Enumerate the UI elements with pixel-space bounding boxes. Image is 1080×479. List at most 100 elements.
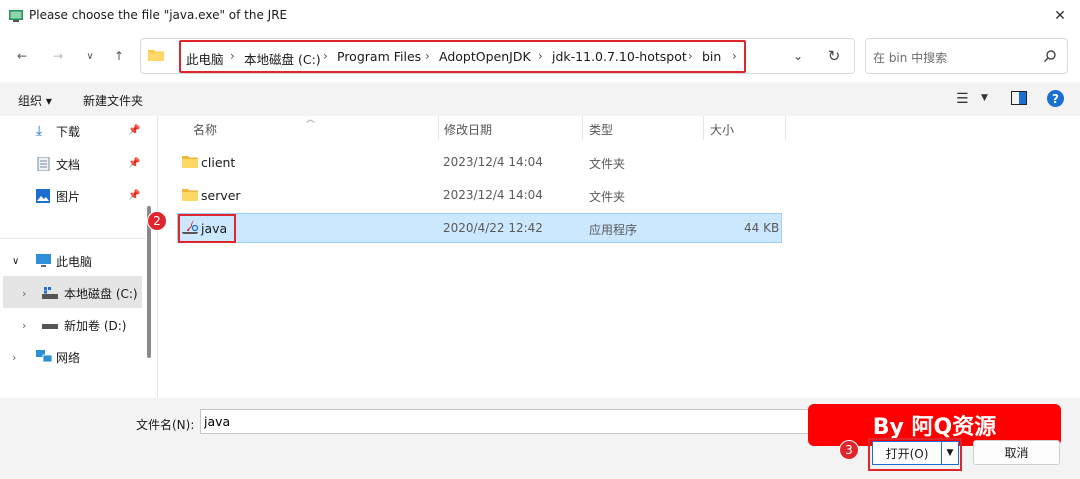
file-name: server — [201, 188, 241, 203]
chevron-down-icon: ∨ — [86, 50, 94, 62]
computer-icon — [36, 254, 51, 267]
picture-icon — [36, 189, 50, 203]
sidebar-item-drive-c[interactable]: › 本地磁盘 (C:) — [22, 277, 138, 309]
column-header-type[interactable]: 类型 — [589, 121, 613, 138]
breadcrumb-separator[interactable]: › — [230, 49, 235, 63]
sort-ascending-icon: ︿ — [306, 115, 316, 125]
chevron-down-icon: ▼ — [946, 448, 954, 458]
file-date: 2023/12/4 14:04 — [443, 155, 543, 169]
help-button[interactable]: ? — [1047, 90, 1064, 107]
pin-icon: 📌 — [128, 158, 141, 169]
refresh-icon: ↻ — [827, 47, 841, 65]
refresh-button[interactable]: ↻ — [824, 46, 844, 66]
sidebar-item-pictures[interactable]: 图片 — [36, 180, 80, 212]
open-dropdown-button[interactable]: ▼ — [942, 441, 959, 465]
file-type: 应用程序 — [589, 223, 638, 237]
view-menu-icon[interactable]: ☰ — [956, 91, 969, 107]
chevron-right-icon: › — [22, 286, 27, 300]
chevron-right-icon: › — [22, 318, 27, 332]
sidebar-item-label: 下载 — [56, 124, 81, 139]
breadcrumb-item[interactable]: bin — [702, 49, 721, 64]
address-dropdown-button[interactable]: ⌄ — [788, 46, 808, 66]
document-icon — [37, 157, 50, 171]
chevron-right-icon: › — [12, 350, 17, 364]
column-divider[interactable] — [703, 116, 704, 140]
folder-icon — [182, 156, 198, 168]
column-header-size[interactable]: 大小 — [710, 121, 734, 138]
arrow-left-icon: ← — [16, 49, 28, 63]
folder-icon — [182, 189, 198, 201]
file-name: client — [201, 155, 236, 170]
breadcrumb-item[interactable]: 此电脑 — [186, 49, 224, 68]
chevron-down-icon: ∨ — [12, 255, 20, 267]
file-type: 文件夹 — [589, 157, 626, 171]
column-divider[interactable] — [582, 116, 583, 140]
sidebar-item-network[interactable]: › 网络 — [12, 341, 80, 373]
open-button[interactable]: 打开(O) — [872, 441, 942, 465]
breadcrumb-separator[interactable]: › — [323, 49, 328, 63]
breadcrumb-item[interactable]: jdk-11.0.7.10-hotspot — [552, 49, 687, 64]
breadcrumb-separator[interactable]: › — [538, 49, 543, 63]
file-row-java[interactable]: java 2020/4/22 12:42 应用程序 44 KB — [177, 213, 782, 243]
download-icon: ⤓ — [36, 123, 43, 139]
sidebar-item-label: 图片 — [56, 189, 81, 204]
recent-dropdown-button[interactable]: ∨ — [78, 44, 102, 68]
file-size: 44 KB — [744, 221, 780, 235]
back-button[interactable]: ← — [10, 44, 34, 68]
file-date: 2020/4/22 12:42 — [443, 221, 543, 235]
breadcrumb-item[interactable]: AdoptOpenJDK — [439, 49, 531, 64]
breadcrumb-separator[interactable]: › — [688, 49, 693, 63]
arrow-up-icon: ↑ — [113, 49, 125, 63]
window-title: Please choose the file "java.exe" of the… — [29, 8, 288, 22]
new-folder-button[interactable]: 新建文件夹 — [83, 92, 143, 109]
file-row-server[interactable]: server 2023/12/4 14:04 文件夹 — [177, 180, 782, 210]
sidebar-item-documents[interactable]: 文档 — [36, 148, 80, 180]
arrow-right-icon: → — [52, 49, 64, 63]
close-icon: ✕ — [1054, 8, 1066, 24]
pin-icon: 📌 — [128, 125, 141, 136]
close-button[interactable]: ✕ — [1046, 4, 1074, 28]
column-header-name[interactable]: 名称 — [193, 121, 217, 138]
sidebar-item-this-pc[interactable]: ∨ 此电脑 — [12, 245, 92, 277]
cancel-button[interactable]: 取消 — [973, 440, 1060, 465]
file-date: 2023/12/4 14:04 — [443, 188, 543, 202]
file-type: 文件夹 — [589, 190, 626, 204]
preview-pane-fill — [1019, 92, 1026, 104]
drive-icon — [42, 324, 58, 329]
sidebar-item-label: 新加卷 (D:) — [64, 318, 127, 333]
column-divider[interactable] — [785, 116, 786, 140]
sidebar-item-label: 本地磁盘 (C:) — [64, 286, 138, 301]
step-badge-2: 2 — [147, 211, 167, 231]
chevron-down-icon: ⌄ — [792, 49, 804, 63]
network-icon — [36, 350, 53, 363]
pane-divider — [157, 116, 158, 398]
column-header-date[interactable]: 修改日期 — [444, 121, 492, 138]
file-row-client[interactable]: client 2023/12/4 14:04 文件夹 — [177, 147, 782, 177]
breadcrumb-separator[interactable]: › — [732, 49, 737, 63]
filename-input[interactable] — [200, 409, 860, 434]
sidebar-item-label: 网络 — [56, 350, 81, 365]
breadcrumb-separator[interactable]: › — [425, 49, 430, 63]
command-bar — [0, 82, 1080, 116]
search-input[interactable]: 在 bin 中搜索 — [873, 49, 947, 66]
sidebar-item-drive-d[interactable]: › 新加卷 (D:) — [22, 309, 126, 341]
organize-menu[interactable]: 组织 ▾ — [18, 92, 52, 109]
view-dropdown-icon[interactable]: ▼ — [981, 93, 988, 103]
sidebar-item-downloads[interactable]: ⤓ 下载 — [36, 115, 80, 147]
help-icon: ? — [1052, 91, 1059, 106]
filename-label: 文件名(N): — [136, 418, 195, 432]
sidebar-divider — [0, 238, 146, 239]
drive-icon — [42, 287, 58, 299]
sidebar-item-label: 文档 — [56, 157, 81, 172]
breadcrumb-item[interactable]: 本地磁盘 (C:) — [244, 49, 321, 68]
forward-button[interactable]: → — [46, 44, 70, 68]
up-button[interactable]: ↑ — [107, 44, 131, 68]
breadcrumb-item[interactable]: Program Files — [337, 49, 421, 64]
sidebar-item-label: 此电脑 — [56, 254, 93, 269]
java-icon — [182, 220, 199, 234]
step-badge-3: 3 — [839, 440, 859, 460]
folder-icon — [148, 50, 164, 61]
pin-icon: 📌 — [128, 190, 141, 201]
file-name: java — [201, 221, 228, 236]
column-divider[interactable] — [438, 116, 439, 140]
